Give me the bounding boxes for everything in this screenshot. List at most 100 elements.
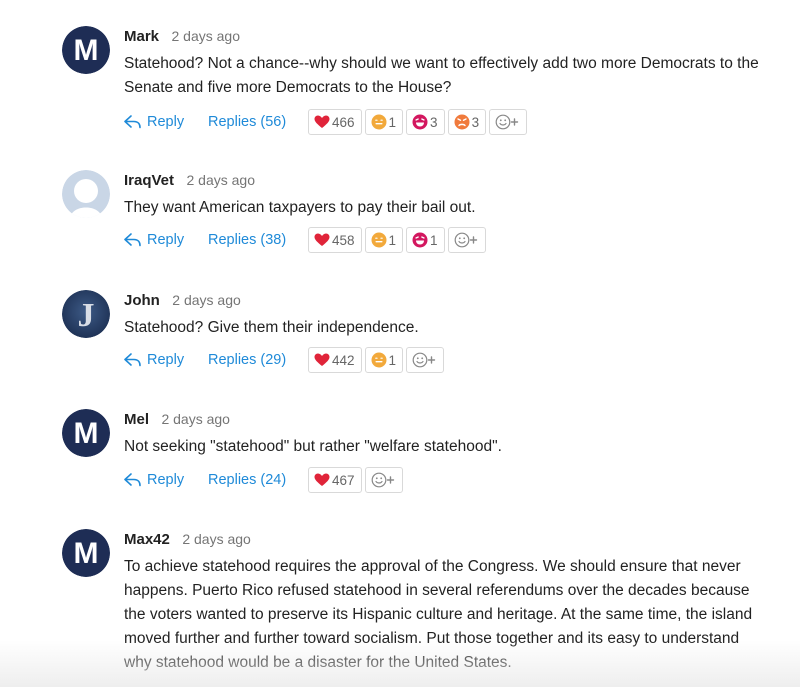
laugh-face-icon <box>412 232 428 248</box>
reaction-heart[interactable]: 458 <box>308 227 362 253</box>
timestamp: 2 days ago <box>182 531 251 547</box>
avatar[interactable] <box>62 170 110 218</box>
user-silhouette-icon <box>62 170 110 218</box>
svg-text:M: M <box>74 34 99 67</box>
reaction-count: 1 <box>388 114 397 130</box>
timestamp: 2 days ago <box>171 28 240 44</box>
avatar[interactable]: M <box>62 409 110 457</box>
timestamp: 2 days ago <box>161 411 230 427</box>
reply-button[interactable]: Reply <box>124 472 208 488</box>
reply-label: Reply <box>147 114 185 130</box>
comment-actions: Reply Replies (24) 467 <box>124 466 406 494</box>
comment-meta: John 2 days ago <box>124 292 241 310</box>
comment-actions: Reply Replies (56) 466 1 3 3 <box>124 108 530 136</box>
comment-text: Statehood? Not a chance--why should we w… <box>124 55 759 96</box>
reaction-heart[interactable]: 442 <box>308 347 362 373</box>
reply-label: Reply <box>147 232 185 248</box>
reaction-count: 3 <box>430 114 438 130</box>
comment-actions: Reply Replies (38) 458 1 1 <box>124 226 489 254</box>
reply-arrow-icon <box>124 353 141 367</box>
comment-meta: Mel 2 days ago <box>124 411 230 429</box>
add-reaction-button[interactable] <box>364 467 403 493</box>
author-name[interactable]: Mel <box>124 411 149 428</box>
avatar-letter-m-icon: M <box>62 26 110 74</box>
comment-text: Not seeking "statehood" but rather "welf… <box>124 438 502 455</box>
comment-meta: Mark 2 days ago <box>124 28 240 46</box>
heart-icon <box>314 353 330 366</box>
avatar-letter-j-icon: J <box>62 290 110 338</box>
meh-face-icon <box>371 352 387 368</box>
meh-face-icon <box>371 114 387 130</box>
avatar[interactable]: M <box>62 529 110 577</box>
reply-button[interactable]: Reply <box>124 352 208 368</box>
replies-button[interactable]: Replies (24) <box>208 472 308 488</box>
add-reaction-icon <box>495 114 519 130</box>
reply-label: Reply <box>147 352 185 368</box>
svg-text:M: M <box>74 537 99 570</box>
author-name[interactable]: John <box>124 292 160 309</box>
heart-icon <box>314 233 330 246</box>
reactions: 466 1 3 3 <box>308 109 530 135</box>
replies-button[interactable]: Replies (56) <box>208 114 308 130</box>
avatar[interactable]: M <box>62 26 110 74</box>
svg-text:M: M <box>74 417 99 450</box>
reactions: 458 1 1 <box>308 227 489 253</box>
add-reaction-icon <box>454 232 477 248</box>
comment-meta: IraqVet 2 days ago <box>124 172 255 190</box>
reaction-angry[interactable]: 3 <box>447 109 487 135</box>
reaction-count: 1 <box>388 232 397 248</box>
comment-meta: Max42 2 days ago <box>124 531 251 549</box>
reaction-meh[interactable]: 1 <box>364 347 404 373</box>
reply-arrow-icon <box>124 115 141 129</box>
avatar[interactable]: J <box>62 290 110 338</box>
reaction-count: 467 <box>332 472 355 488</box>
timestamp: 2 days ago <box>172 292 241 308</box>
replies-label: Replies (29) <box>208 352 287 368</box>
reaction-meh[interactable]: 1 <box>364 227 404 253</box>
laugh-face-icon <box>412 114 428 130</box>
reaction-laugh[interactable]: 3 <box>406 109 445 135</box>
reply-arrow-icon <box>124 233 141 247</box>
reaction-heart[interactable]: 466 <box>308 109 362 135</box>
reaction-count: 1 <box>388 352 397 368</box>
comment-text: They want American taxpayers to pay thei… <box>124 199 476 216</box>
reaction-count: 1 <box>430 232 438 248</box>
reaction-laugh[interactable]: 1 <box>406 227 445 253</box>
add-reaction-button[interactable] <box>447 227 486 253</box>
replies-button[interactable]: Replies (29) <box>208 352 308 368</box>
add-reaction-icon <box>412 352 436 368</box>
avatar-letter-m-icon: M <box>62 409 110 457</box>
heart-icon <box>314 473 330 486</box>
comment-text: Statehood? Give them their independence. <box>124 319 419 336</box>
reaction-count: 458 <box>332 232 355 248</box>
author-name[interactable]: Max42 <box>124 531 170 548</box>
reply-button[interactable]: Reply <box>124 232 208 248</box>
timestamp: 2 days ago <box>186 172 255 188</box>
reply-button[interactable]: Reply <box>124 114 208 130</box>
reactions: 467 <box>308 467 406 493</box>
avatar-letter-m-icon: M <box>62 529 110 577</box>
add-reaction-button[interactable] <box>406 347 445 373</box>
replies-label: Replies (24) <box>208 472 287 488</box>
add-reaction-button[interactable] <box>489 109 528 135</box>
svg-text:J: J <box>78 297 95 334</box>
replies-label: Replies (38) <box>208 232 287 248</box>
reaction-count: 3 <box>471 114 480 130</box>
author-name[interactable]: IraqVet <box>124 172 174 189</box>
heart-icon <box>314 115 330 128</box>
reply-arrow-icon <box>124 473 141 487</box>
add-reaction-icon <box>371 472 394 488</box>
reaction-count: 442 <box>332 352 355 368</box>
reaction-count: 466 <box>332 114 355 130</box>
comment-actions: Reply Replies (29) 442 1 <box>124 346 447 374</box>
comment-text: To achieve statehood requires the approv… <box>124 558 753 671</box>
replies-button[interactable]: Replies (38) <box>208 232 308 248</box>
angry-face-icon <box>454 114 470 130</box>
meh-face-icon <box>371 232 387 248</box>
reaction-meh[interactable]: 1 <box>364 109 404 135</box>
reply-label: Reply <box>147 472 185 488</box>
reactions: 442 1 <box>308 347 447 373</box>
replies-label: Replies (56) <box>208 114 287 130</box>
reaction-heart[interactable]: 467 <box>308 467 362 493</box>
author-name[interactable]: Mark <box>124 28 159 45</box>
